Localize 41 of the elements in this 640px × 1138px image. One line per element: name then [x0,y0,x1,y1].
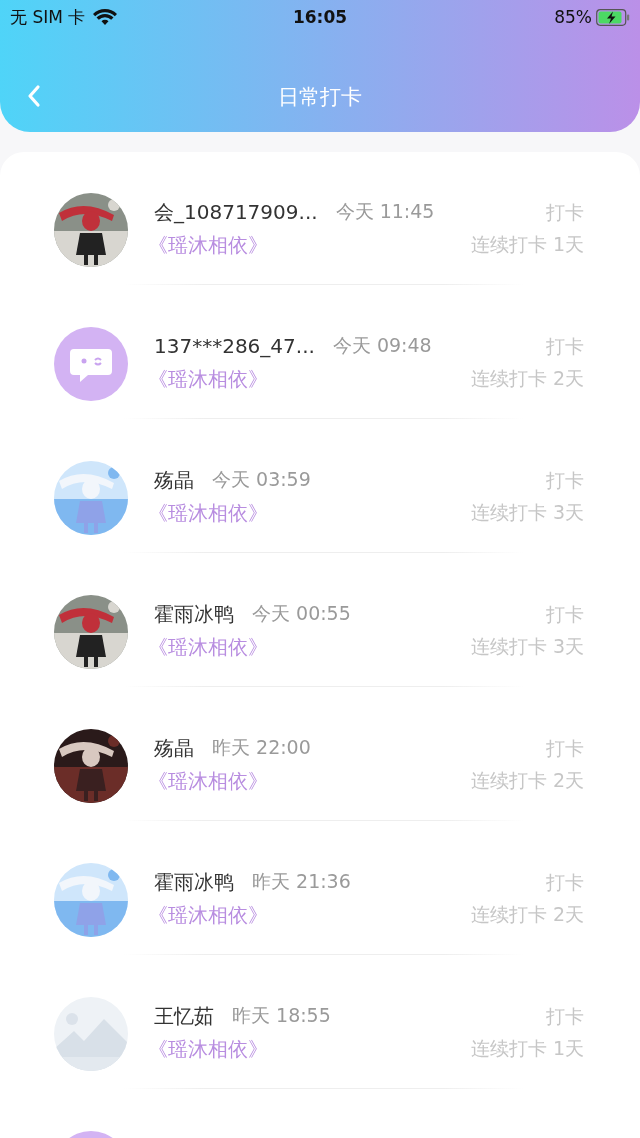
streak-text: 连续打卡 3天 [470,501,584,523]
checkin-label: 打卡 [546,1004,584,1029]
battery-text: 85% [554,7,592,27]
book-title[interactable]: 《瑶沐相依》 [148,635,268,659]
streak-text: 连续打卡 2天 [470,769,584,791]
clock-text: 16:05 [292,7,348,27]
checkin-label: 打卡 [546,736,584,761]
checkin-label: 打卡 [546,200,584,225]
battery-icon [596,8,630,26]
user-name: 137***286_47... [154,334,315,358]
user-name: 霍雨冰鸭 [154,868,234,896]
book-title[interactable]: 《瑶沐相依》 [148,1037,268,1061]
book-title[interactable]: 《瑶沐相依》 [148,769,268,793]
carrier-text: 无 SIM 卡 [10,5,86,29]
user-name: 霍雨冰鸭 [154,600,234,628]
timestamp: 昨天 18:55 [232,1003,331,1028]
timestamp: 今天 03:59 [212,467,311,492]
user-name: 殇晶 [154,734,194,762]
user-name: 会_108717909... [154,198,318,226]
timestamp: 今天 11:45 [335,199,435,224]
streak-text: 连续打卡 1天 [470,233,584,255]
checkin-label: 打卡 [546,602,584,627]
timestamp: 今天 00:55 [252,601,351,626]
page-title: 日常打卡 [278,84,362,111]
streak-text: 连续打卡 2天 [470,903,584,925]
user-name: 王忆茹 [154,1002,214,1030]
streak-text: 连续打卡 3天 [470,635,584,657]
timestamp: 今天 09:48 [332,333,432,358]
book-title[interactable]: 《瑶沐相依》 [148,903,268,927]
timestamp: 昨天 21:36 [252,869,351,894]
streak-text: 连续打卡 2天 [470,367,584,389]
wifi-icon [93,8,118,26]
book-title[interactable]: 《瑶沐相依》 [148,367,268,391]
book-title[interactable]: 《瑶沐相依》 [148,501,268,525]
timestamp: 昨天 22:00 [212,735,311,760]
checkin-label: 打卡 [546,468,584,493]
checkin-label: 打卡 [546,870,584,895]
streak-text: 连续打卡 1天 [470,1037,584,1059]
checkin-label: 打卡 [546,334,584,359]
user-name: 殇晶 [154,466,194,494]
book-title[interactable]: 《瑶沐相依》 [148,233,268,257]
